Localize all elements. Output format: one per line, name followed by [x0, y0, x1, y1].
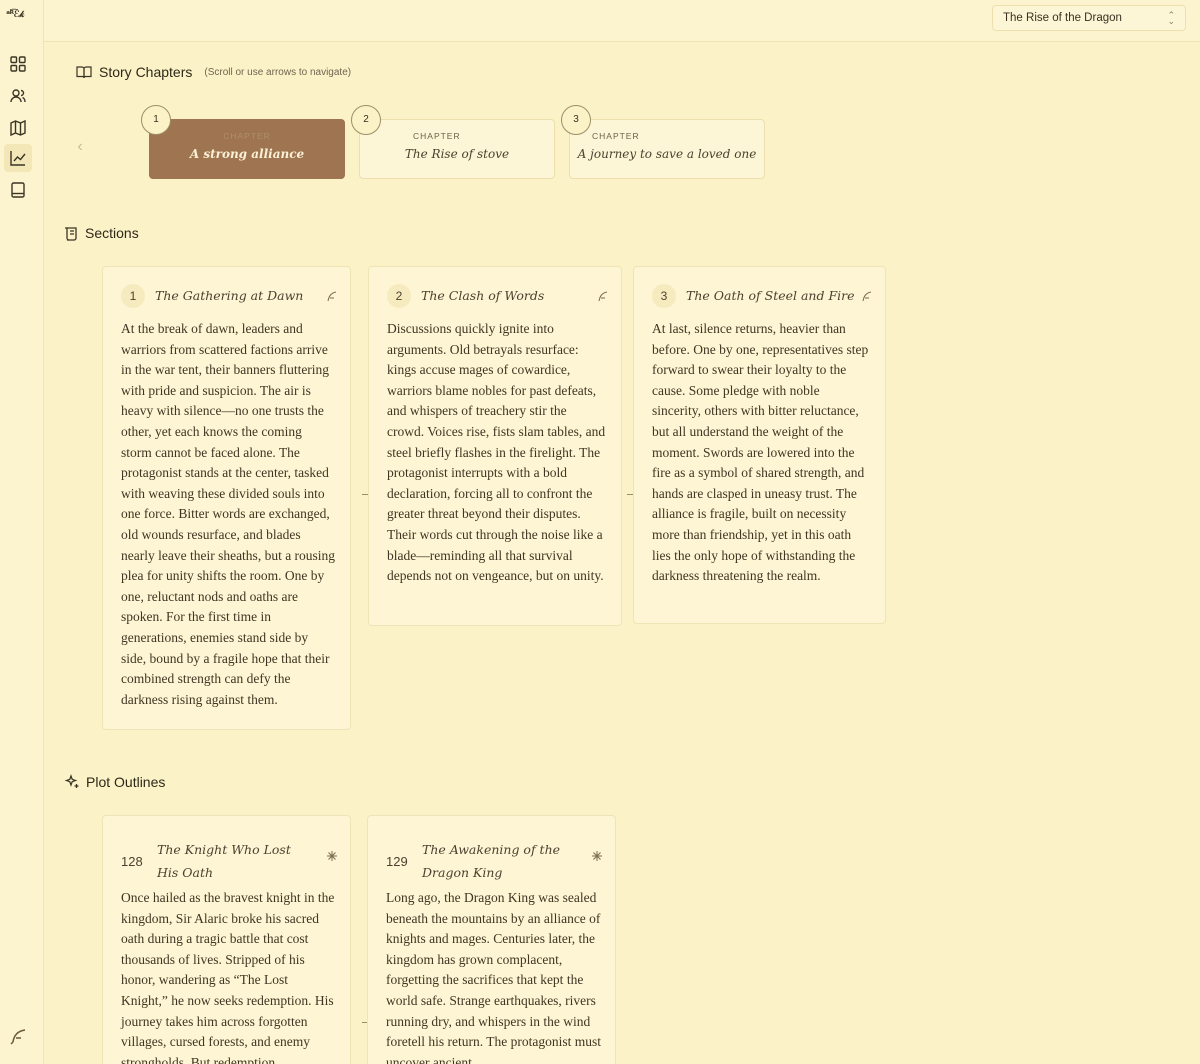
- section-title: The Clash of Words: [421, 288, 545, 303]
- chart-icon[interactable]: [4, 144, 32, 172]
- section-body: Discussions quickly ignite into argument…: [387, 321, 606, 584]
- section-title: The Oath of Steel and Fire: [686, 288, 855, 303]
- users-icon[interactable]: [9, 87, 27, 105]
- feather-icon[interactable]: [326, 291, 338, 303]
- plot-title: The Awakening of the Dragon King: [422, 842, 561, 880]
- chapters-hint: (Scroll or use arrows to navigate): [204, 66, 352, 78]
- chapter-kicker: CHAPTER: [413, 131, 461, 141]
- chapters-title: Story Chapters: [99, 64, 193, 80]
- chapter-number: 3: [561, 105, 591, 135]
- plot-number: 129: [386, 854, 408, 869]
- chapter-number: 2: [351, 105, 381, 135]
- map-icon[interactable]: [9, 119, 27, 137]
- sections-header: Sections: [64, 225, 139, 241]
- plot-body: Long ago, the Dragon King was sealed ben…: [386, 890, 601, 1064]
- chapter-number: 1: [141, 105, 171, 135]
- chapter-card-3[interactable]: 3 CHAPTER A journey to save a loved one: [561, 105, 765, 179]
- section-number: 2: [387, 284, 411, 308]
- open-book-icon: [76, 66, 92, 79]
- plot-number: 128: [121, 854, 143, 869]
- feather-icon[interactable]: [9, 1028, 26, 1045]
- top-bar: The Rise of the Dragon ⌃ ⌄: [44, 0, 1200, 42]
- plot-body: Once hailed as the bravest knight in the…: [121, 890, 335, 1064]
- section-card-2[interactable]: 2 The Clash of Words Discussions quickly…: [368, 266, 622, 626]
- chapter-card-2[interactable]: 2 CHAPTER The Rise of stove: [351, 105, 555, 179]
- plot-card-128[interactable]: 128 The Knight Who Lost His Oath Once ha…: [102, 815, 351, 1064]
- plot-title: The Knight Who Lost His Oath: [157, 842, 291, 880]
- section-number: 1: [121, 284, 145, 308]
- chapters-header: Story Chapters (Scroll or use arrows to …: [76, 64, 351, 80]
- dashboard-icon[interactable]: [9, 55, 27, 73]
- sparkles-icon: [64, 774, 79, 788]
- chapter-card-1[interactable]: 1 CHAPTER A strong alliance: [141, 105, 345, 179]
- chapter-kicker: CHAPTER: [223, 131, 271, 141]
- plot-outlines-title: Plot Outlines: [86, 774, 166, 790]
- app-logo[interactable]: ᵃᴿ͡ℰ𝓀: [6, 10, 24, 20]
- chapter-kicker: CHAPTER: [592, 131, 640, 141]
- story-select-value: The Rise of the Dragon: [1003, 12, 1122, 24]
- sparkles-icon[interactable]: [591, 850, 603, 862]
- chapter-name: A journey to save a loved one: [577, 147, 757, 161]
- plot-outlines-header: Plot Outlines: [64, 774, 165, 790]
- feather-icon[interactable]: [597, 291, 609, 303]
- select-chevron-icon: ⌃ ⌄: [1167, 10, 1175, 26]
- section-title: The Gathering at Dawn: [155, 288, 304, 303]
- chapter-name: The Rise of stove: [404, 147, 510, 161]
- section-card-1[interactable]: 1 The Gathering at Dawn At the break of …: [102, 266, 351, 730]
- section-body: At the break of dawn, leaders and warrio…: [121, 321, 336, 707]
- section-body: At last, silence returns, heavier than b…: [652, 321, 869, 584]
- book-icon[interactable]: [9, 181, 27, 199]
- chapter-name: A strong alliance: [189, 147, 305, 161]
- section-number: 3: [652, 284, 676, 308]
- chevron-left-icon[interactable]: ‹: [72, 138, 88, 156]
- left-rail: ᵃᴿ͡ℰ𝓀: [0, 0, 44, 1064]
- section-card-3[interactable]: 3 The Oath of Steel and Fire At last, si…: [633, 266, 886, 624]
- feather-icon[interactable]: [861, 291, 873, 303]
- sections-title: Sections: [85, 225, 139, 241]
- scroll-icon: [65, 226, 77, 241]
- plot-card-129[interactable]: 129 The Awakening of the Dragon King Lon…: [367, 815, 616, 1064]
- story-select[interactable]: The Rise of the Dragon ⌃ ⌄: [992, 5, 1186, 31]
- sparkles-icon[interactable]: [326, 850, 338, 862]
